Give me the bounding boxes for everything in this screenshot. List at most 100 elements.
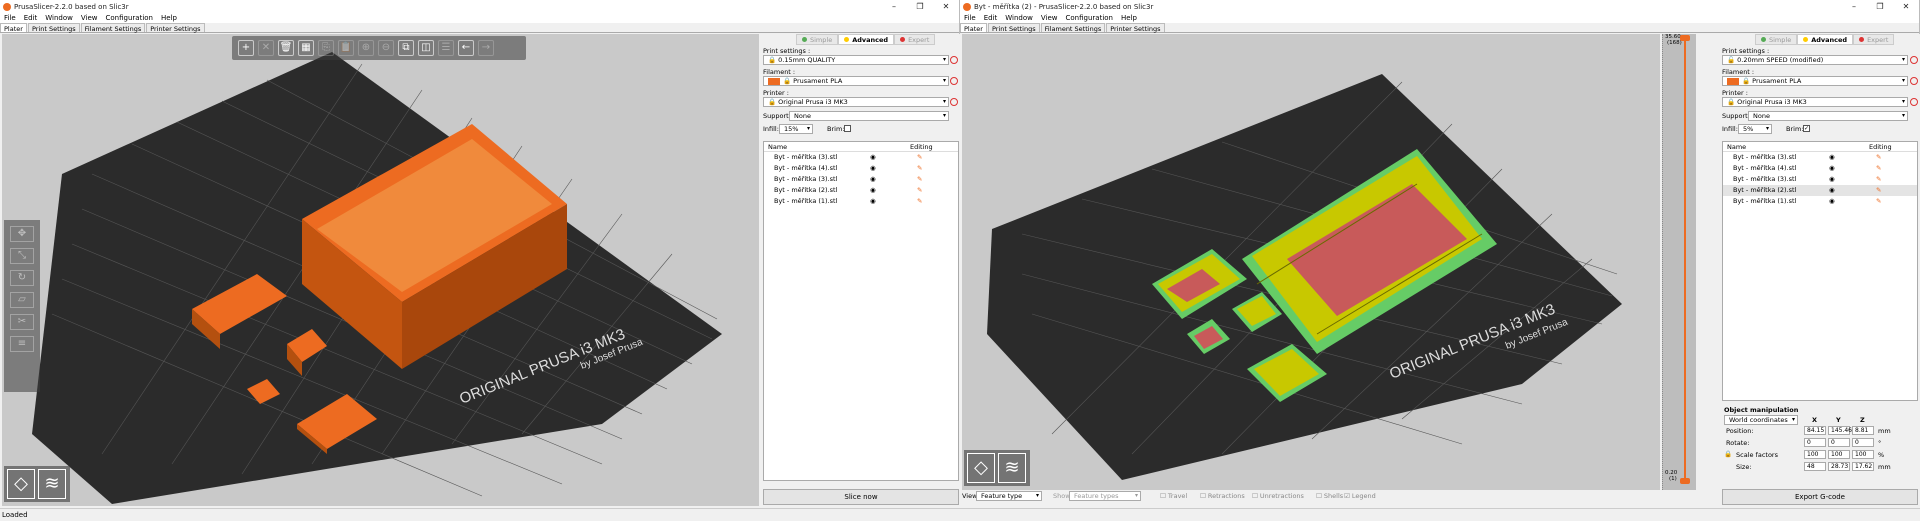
undo-icon[interactable]: ←	[458, 40, 474, 56]
list-item[interactable]: Byt - měřítka (3).stl ◉ ✎	[764, 174, 958, 185]
menu-view[interactable]: View	[1037, 13, 1062, 23]
print-settings-combo[interactable]: 🔓 0.20mm SPEED (modified) ▾	[1722, 55, 1908, 65]
coordinate-system-combo[interactable]: World coordinates ▾	[1724, 415, 1798, 425]
scale-tool-icon[interactable]: ⤡	[10, 248, 34, 264]
layers-icon[interactable]: ☰	[438, 40, 454, 56]
size-x-field[interactable]: 48	[1804, 462, 1826, 471]
filament-combo[interactable]: 🔒 Prusament PLA ▾	[1722, 76, 1908, 86]
minimize-icon[interactable]: –	[881, 0, 907, 13]
infill-combo[interactable]: 15% ▾	[779, 124, 813, 134]
split-parts-icon[interactable]: ◫	[418, 40, 434, 56]
unretractions-checkbox[interactable]: ☐ Unretractions	[1252, 490, 1304, 502]
remove-instance-icon[interactable]: ⊖	[378, 40, 394, 56]
position-y-field[interactable]: 145.46	[1828, 426, 1852, 435]
supports-combo[interactable]: None ▾	[1748, 111, 1908, 121]
menu-window[interactable]: Window	[1001, 13, 1037, 23]
rotate-tool-icon[interactable]: ↻	[10, 270, 34, 286]
slider-bottom-thumb[interactable]	[1680, 478, 1690, 484]
scale-y-field[interactable]: 100	[1828, 450, 1850, 459]
add-icon[interactable]: +	[238, 40, 254, 56]
close-icon[interactable]: ✕	[933, 0, 959, 13]
view-combo[interactable]: Feature type ▾	[976, 491, 1042, 501]
layer-slider[interactable]: 35.60 (168) 0.20 (1)	[1662, 34, 1696, 490]
show-combo[interactable]: Feature types ▾	[1069, 491, 1141, 501]
list-item[interactable]: Byt - měřítka (4).stl ◉ ✎	[1723, 163, 1917, 174]
scale-x-field[interactable]: 100	[1804, 450, 1826, 459]
tab-filament-settings[interactable]: Filament Settings	[1040, 23, 1106, 33]
infill-combo[interactable]: 5% ▾	[1738, 124, 1772, 134]
printer-combo[interactable]: 🔒 Original Prusa i3 MK3 ▾	[1722, 97, 1908, 107]
export-gcode-button[interactable]: Export G-code	[1722, 489, 1918, 505]
add-instance-icon[interactable]: ⊕	[358, 40, 374, 56]
supports-tool-icon[interactable]: ≡	[10, 336, 34, 352]
menu-window[interactable]: Window	[41, 13, 77, 23]
menu-file[interactable]: File	[0, 13, 20, 23]
filament-cog-icon[interactable]	[1910, 77, 1918, 85]
list-item[interactable]: Byt - měřítka (2).stl ◉ ✎	[764, 185, 958, 196]
menu-edit[interactable]: Edit	[980, 13, 1002, 23]
menu-configuration[interactable]: Configuration	[1062, 13, 1117, 23]
delete-icon[interactable]: ✕	[258, 40, 274, 56]
menu-file[interactable]: File	[960, 13, 980, 23]
maximize-icon[interactable]: ❐	[1867, 0, 1893, 13]
mode-advanced[interactable]: Advanced	[838, 34, 895, 45]
preview-icon[interactable]: ≋	[38, 469, 66, 499]
travel-checkbox[interactable]: ☐ Travel	[1160, 490, 1187, 502]
close-icon[interactable]: ✕	[1893, 0, 1919, 13]
preview-scene[interactable]: ORIGINAL PRUSA i3 MK3 by Josef Prusa ◇ ≋	[962, 34, 1660, 490]
lock-icon[interactable]: 🔒	[1724, 450, 1732, 458]
position-z-field[interactable]: 8.81	[1852, 426, 1874, 435]
redo-icon[interactable]: →	[478, 40, 494, 56]
printer-cog-icon[interactable]	[1910, 98, 1918, 106]
print-settings-cog-icon[interactable]	[950, 56, 958, 64]
menu-view[interactable]: View	[77, 13, 102, 23]
menu-configuration[interactable]: Configuration	[102, 13, 157, 23]
printer-cog-icon[interactable]	[950, 98, 958, 106]
arrange-icon[interactable]: ▦	[298, 40, 314, 56]
tab-printer-settings[interactable]: Printer Settings	[1106, 23, 1165, 33]
scale-z-field[interactable]: 100	[1852, 450, 1874, 459]
rotate-x-field[interactable]: 0	[1804, 438, 1826, 447]
printer-combo[interactable]: 🔒 Original Prusa i3 MK3 ▾	[763, 97, 949, 107]
filament-cog-icon[interactable]	[950, 77, 958, 85]
rotate-z-field[interactable]: 0	[1852, 438, 1874, 447]
tab-plater[interactable]: Plater	[960, 23, 987, 33]
minimize-icon[interactable]: –	[1841, 0, 1867, 13]
brim-checkbox[interactable]: ✓	[1803, 125, 1810, 132]
slider-top-thumb[interactable]	[1680, 35, 1690, 41]
3d-view-icon[interactable]: ◇	[7, 469, 35, 499]
cut-tool-icon[interactable]: ✂	[10, 314, 34, 330]
list-item[interactable]: Byt - měřítka (4).stl ◉ ✎	[764, 163, 958, 174]
copy-icon[interactable]: ⎘	[318, 40, 334, 56]
paste-icon[interactable]: 📋	[338, 40, 354, 56]
place-on-face-icon[interactable]: ▱	[10, 292, 34, 308]
print-settings-cog-icon[interactable]	[1910, 56, 1918, 64]
list-item[interactable]: Byt - měřítka (3).stl ◉ ✎	[1723, 174, 1917, 185]
split-objects-icon[interactable]: ⧉	[398, 40, 414, 56]
tab-print-settings[interactable]: Print Settings	[987, 23, 1040, 33]
shells-checkbox[interactable]: ☐ Shells	[1316, 490, 1343, 502]
tab-filament-settings[interactable]: Filament Settings	[80, 23, 146, 33]
list-item[interactable]: Byt - měřítka (1).stl ◉ ✎	[1723, 196, 1917, 207]
tab-print-settings[interactable]: Print Settings	[27, 23, 80, 33]
legend-checkbox[interactable]: ☑ Legend	[1344, 490, 1376, 502]
slider-track[interactable]	[1684, 38, 1686, 478]
size-y-field[interactable]: 28.73	[1828, 462, 1850, 471]
tab-printer-settings[interactable]: Printer Settings	[146, 23, 205, 33]
position-x-field[interactable]: 84.15	[1804, 426, 1826, 435]
brim-checkbox[interactable]	[844, 125, 851, 132]
tab-plater[interactable]: Plater	[0, 23, 27, 33]
list-item[interactable]: Byt - měřítka (3).stl ◉ ✎	[1723, 152, 1917, 163]
list-item-selected[interactable]: Byt - měřítka (2).stl ◉ ✎	[1723, 185, 1917, 196]
mode-advanced[interactable]: Advanced	[1797, 34, 1854, 45]
menu-edit[interactable]: Edit	[20, 13, 42, 23]
mode-simple[interactable]: Simple	[1755, 34, 1798, 45]
rotate-y-field[interactable]: 0	[1828, 438, 1850, 447]
3d-view-icon[interactable]: ◇	[967, 453, 995, 483]
mode-expert[interactable]: Expert	[894, 34, 936, 45]
retractions-checkbox[interactable]: ☐ Retractions	[1200, 490, 1245, 502]
move-tool-icon[interactable]: ✥	[10, 226, 34, 242]
list-item[interactable]: Byt - měřítka (3).stl ◉ ✎	[764, 152, 958, 163]
supports-combo[interactable]: None ▾	[789, 111, 949, 121]
mode-simple[interactable]: Simple	[796, 34, 839, 45]
